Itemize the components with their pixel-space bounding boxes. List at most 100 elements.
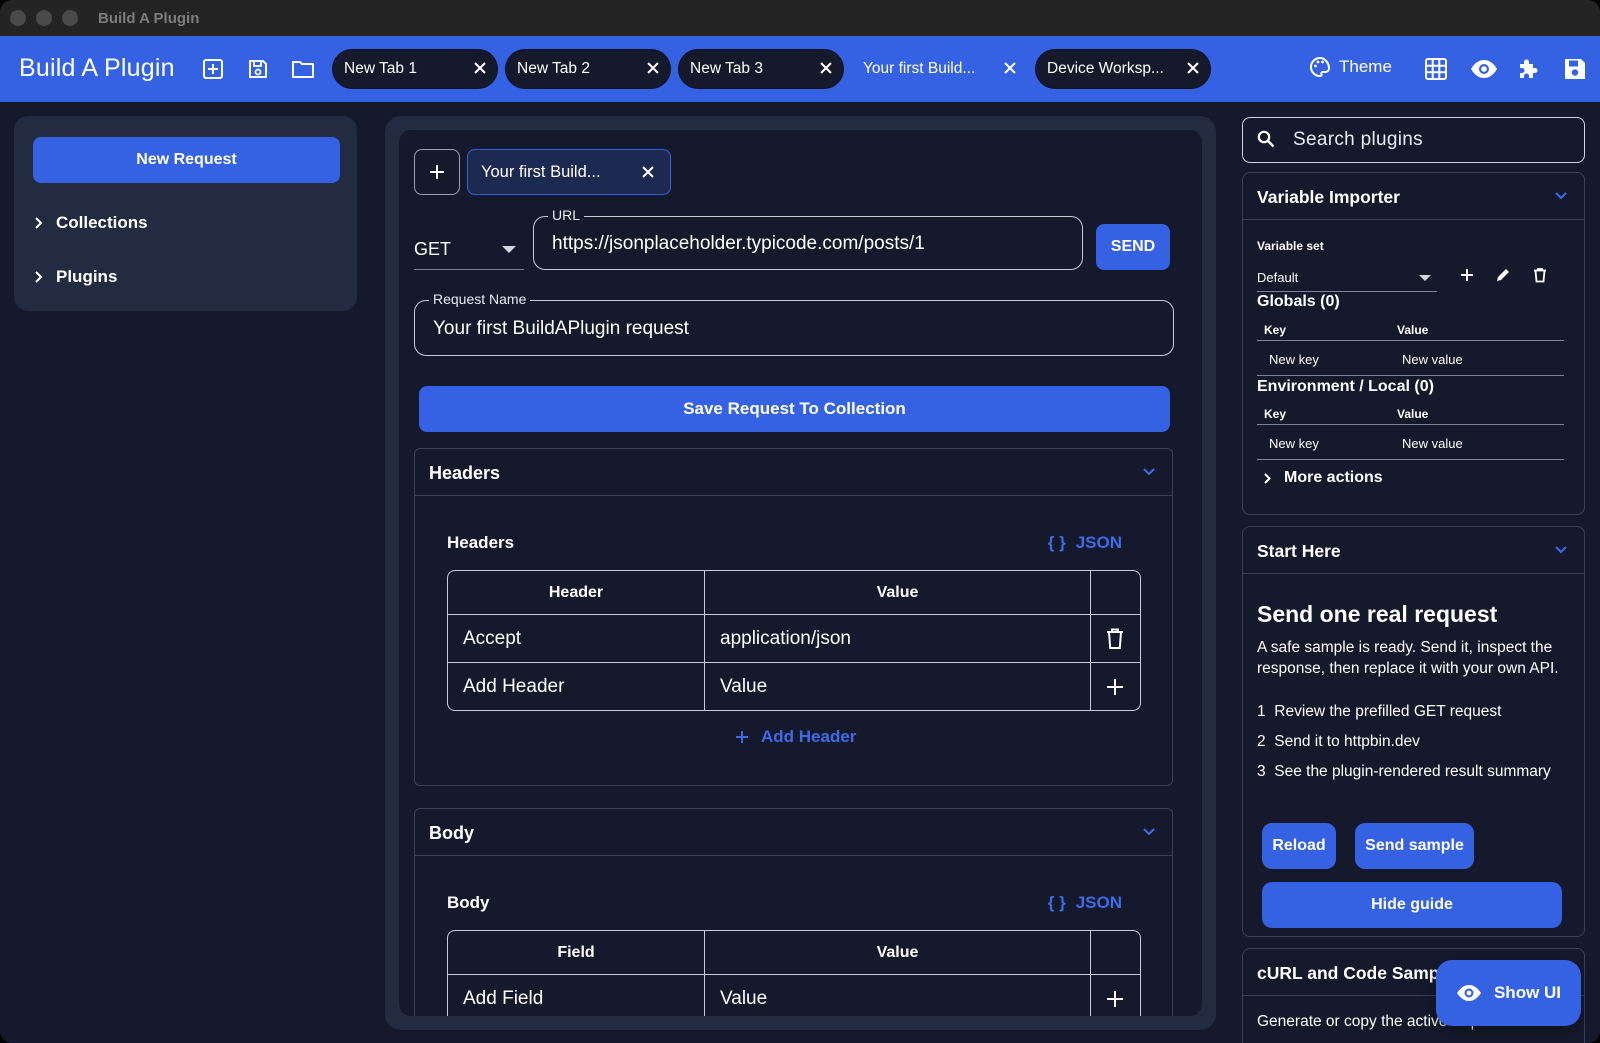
new-tab-icon[interactable] bbox=[201, 57, 225, 81]
close-window-button[interactable] bbox=[10, 10, 26, 26]
sidebar-item-collections[interactable]: Collections bbox=[34, 213, 148, 233]
close-icon[interactable] bbox=[1185, 60, 1201, 76]
url-value[interactable]: https://jsonplaceholder.typicode.com/pos… bbox=[552, 233, 925, 255]
chevron-down-icon bbox=[1555, 546, 1567, 554]
section-title: Headers bbox=[429, 463, 501, 483]
request-tab-label: Your first Build... bbox=[481, 162, 601, 181]
app-header: Build A Plugin New Tab 1 New Tab 2 New T… bbox=[0, 36, 1600, 102]
new-key-input[interactable]: New key bbox=[1269, 352, 1319, 367]
request-editor: Your first Build... GET URL https://json… bbox=[399, 130, 1202, 1016]
variable-set-select[interactable]: Default bbox=[1257, 266, 1437, 292]
headers-json-button[interactable]: { } JSON bbox=[1048, 533, 1122, 553]
tab-label: New Tab 3 bbox=[690, 60, 763, 77]
request-name-value[interactable]: Your first BuildAPlugin request bbox=[433, 318, 689, 340]
new-header-value-input[interactable]: Value bbox=[704, 663, 1090, 710]
close-icon[interactable] bbox=[645, 60, 661, 76]
trash-icon[interactable] bbox=[1532, 267, 1548, 283]
env-new-row: New key New value bbox=[1257, 426, 1564, 460]
column-header: Key bbox=[1264, 323, 1287, 337]
palette-icon bbox=[1310, 56, 1331, 78]
folder-icon[interactable] bbox=[291, 57, 315, 81]
tab-label: New Tab 1 bbox=[344, 60, 417, 77]
theme-label: Theme bbox=[1339, 57, 1392, 76]
tab-device-workspace[interactable]: Device Worksp... bbox=[1035, 49, 1211, 89]
new-value-input[interactable]: New value bbox=[1402, 436, 1463, 451]
send-button[interactable]: SEND bbox=[1096, 224, 1170, 270]
chevron-down-icon bbox=[1555, 192, 1567, 200]
tab-your-first-build[interactable]: Your first Build... bbox=[851, 49, 1028, 89]
body-section-header[interactable]: Body bbox=[415, 809, 1172, 856]
new-field-key-input[interactable]: Add Field bbox=[448, 975, 704, 1016]
maximize-window-button[interactable] bbox=[62, 10, 78, 26]
add-field-row-button[interactable] bbox=[1090, 975, 1139, 1016]
send-sample-button[interactable]: Send sample bbox=[1355, 823, 1474, 869]
save-icon[interactable] bbox=[246, 57, 270, 81]
window-title: Build A Plugin bbox=[98, 10, 200, 27]
body-json-button[interactable]: { } JSON bbox=[1048, 893, 1122, 913]
column-header-actions bbox=[1090, 931, 1139, 974]
delete-header-button[interactable] bbox=[1090, 615, 1139, 662]
close-icon[interactable] bbox=[1002, 60, 1018, 76]
guide-heading: Send one real request bbox=[1257, 601, 1498, 627]
variable-importer-header[interactable]: Variable Importer bbox=[1243, 173, 1584, 220]
more-actions-toggle[interactable]: More actions bbox=[1263, 469, 1383, 487]
close-icon[interactable] bbox=[472, 60, 488, 76]
chevron-right-icon bbox=[35, 271, 43, 283]
new-request-button[interactable]: New Request bbox=[33, 137, 340, 183]
request-tab[interactable]: Your first Build... bbox=[467, 149, 671, 195]
add-header-link[interactable]: Add Header bbox=[735, 727, 856, 747]
more-actions-label: More actions bbox=[1284, 469, 1383, 486]
save-to-collection-button[interactable]: Save Request To Collection bbox=[419, 386, 1170, 432]
main-panel: Your first Build... GET URL https://json… bbox=[385, 116, 1216, 1030]
reload-button[interactable]: Reload bbox=[1262, 823, 1336, 869]
column-header: Field bbox=[557, 943, 595, 961]
method-select[interactable]: GET bbox=[414, 230, 524, 270]
tab-new-tab-1[interactable]: New Tab 1 bbox=[332, 49, 498, 89]
new-key-input[interactable]: New key bbox=[1269, 436, 1319, 451]
headers-subtitle: Headers bbox=[447, 533, 515, 552]
headers-section: Headers Headers { } JSON Header Value Ac… bbox=[414, 448, 1173, 786]
minimize-window-button[interactable] bbox=[36, 10, 52, 26]
show-ui-button[interactable]: Show UI bbox=[1436, 960, 1581, 1026]
header-key-cell[interactable]: Accept bbox=[448, 615, 704, 662]
sidebar-item-plugins[interactable]: Plugins bbox=[34, 267, 117, 287]
puzzle-icon[interactable] bbox=[1516, 57, 1540, 81]
step-text: Send it to httpbin.dev bbox=[1274, 733, 1420, 750]
guide-step: 1 Review the prefilled GET request bbox=[1257, 702, 1577, 723]
add-request-tab-button[interactable] bbox=[414, 149, 460, 195]
tab-new-tab-2[interactable]: New Tab 2 bbox=[505, 49, 671, 89]
guide-intro: A safe sample is ready. Send it, inspect… bbox=[1257, 639, 1559, 677]
headers-section-header[interactable]: Headers bbox=[415, 449, 1172, 496]
chevron-down-icon bbox=[1143, 468, 1155, 476]
url-field[interactable]: URL https://jsonplaceholder.typicode.com… bbox=[533, 207, 1083, 270]
new-header-key-input[interactable]: Add Header bbox=[448, 663, 704, 710]
add-header-row-button[interactable] bbox=[1090, 663, 1139, 710]
request-name-field[interactable]: Request Name Your first BuildAPlugin req… bbox=[414, 291, 1174, 356]
theme-button[interactable]: Theme bbox=[1309, 56, 1392, 78]
close-icon[interactable] bbox=[640, 164, 656, 180]
globals-title: Globals (0) bbox=[1257, 293, 1340, 310]
new-value-input[interactable]: New value bbox=[1402, 352, 1463, 367]
edit-icon[interactable] bbox=[1495, 267, 1511, 283]
trash-icon bbox=[1107, 628, 1123, 649]
column-header-actions bbox=[1090, 571, 1139, 614]
eye-icon[interactable] bbox=[1470, 57, 1498, 81]
tab-new-tab-3[interactable]: New Tab 3 bbox=[678, 49, 844, 89]
app-brand: Build A Plugin bbox=[19, 54, 175, 82]
new-field-value-input[interactable]: Value bbox=[704, 975, 1090, 1016]
hide-guide-button[interactable]: Hide guide bbox=[1262, 882, 1562, 928]
variable-importer-card: Variable Importer Variable set Default G… bbox=[1242, 172, 1585, 515]
search-plugins-input[interactable]: Search plugins bbox=[1242, 117, 1585, 163]
body-subtitle: Body bbox=[447, 893, 490, 912]
table-row-new: Add Header Value bbox=[448, 662, 1140, 710]
grid-icon[interactable] bbox=[1424, 57, 1448, 81]
braces-icon: { } bbox=[1047, 533, 1066, 552]
save-all-icon[interactable] bbox=[1563, 57, 1587, 81]
close-icon[interactable] bbox=[818, 60, 834, 76]
header-value-cell[interactable]: application/json bbox=[704, 615, 1090, 662]
card-title: Variable Importer bbox=[1257, 187, 1400, 207]
start-here-header[interactable]: Start Here bbox=[1243, 527, 1584, 574]
plus-icon[interactable] bbox=[1459, 267, 1475, 283]
variable-set-value: Default bbox=[1257, 270, 1299, 285]
chevron-right-icon bbox=[35, 217, 43, 229]
